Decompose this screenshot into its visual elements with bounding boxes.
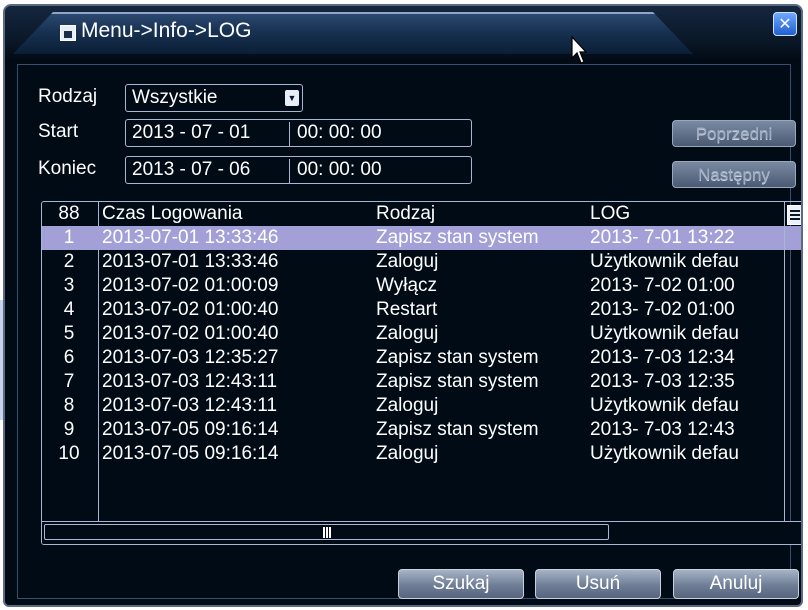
table-row[interactable]: 4 2013-07-02 01:00:40 Restart 2013- 7-02… <box>42 298 801 322</box>
title-bar: Menu->Info->LOG ✕ <box>5 6 801 62</box>
start-date-value[interactable]: 2013 - 07 - 01 <box>132 120 250 146</box>
row-type: Zaloguj <box>376 443 439 464</box>
row-time: 2013-07-01 13:33:46 <box>102 227 279 248</box>
field-divider <box>289 159 290 183</box>
row-type: Zaloguj <box>376 323 439 344</box>
row-log: 2013- 7-03 12:34 <box>590 347 735 368</box>
row-number: 10 <box>58 443 80 464</box>
row-type: Restart <box>376 299 438 320</box>
end-datetime-field[interactable]: 2013 - 07 - 06 00: 00: 00 <box>125 156 472 184</box>
table-row[interactable]: 5 2013-07-02 01:00:40 Zaloguj Użytkownik… <box>42 322 801 346</box>
type-dropdown-value: Wszystkie <box>132 87 218 108</box>
table-row[interactable]: 3 2013-07-02 01:00:09 Wyłącz 2013- 7-02 … <box>42 274 801 298</box>
row-number: 3 <box>63 275 75 296</box>
row-number: 4 <box>63 299 75 320</box>
scroll-grip-icon <box>323 527 331 538</box>
header-count: 88 <box>58 203 80 224</box>
row-number: 2 <box>63 251 75 272</box>
table-row[interactable]: 8 2013-07-03 12:43:11 Zaloguj Użytkownik… <box>42 394 801 418</box>
row-type: Zaloguj <box>376 251 439 272</box>
row-log: 2013- 7-02 01:00 <box>590 275 735 296</box>
table-row[interactable]: 6 2013-07-03 12:35:27 Zapisz stan system… <box>42 346 801 370</box>
row-type: Zapisz stan system <box>376 419 539 440</box>
row-log: 2013- 7-02 01:00 <box>590 299 735 320</box>
row-type: Zapisz stan system <box>376 227 539 248</box>
row-type: Zaloguj <box>376 395 439 416</box>
row-log: 2013- 7-01 13:22 <box>590 227 735 248</box>
row-type: Zapisz stan system <box>376 371 539 392</box>
list-menu-icon[interactable] <box>787 205 801 225</box>
search-button[interactable]: Szukaj <box>398 569 524 599</box>
field-divider <box>289 122 290 146</box>
header-log[interactable]: LOG <box>590 202 780 226</box>
header-time[interactable]: Czas Logowania <box>102 202 372 226</box>
horizontal-scrollbar[interactable] <box>42 521 801 544</box>
start-label: Start <box>38 121 79 142</box>
row-time: 2013-07-05 09:16:14 <box>102 419 279 440</box>
table-row[interactable]: 1 2013-07-01 13:33:46 Zapisz stan system… <box>42 226 801 250</box>
table-row[interactable]: 10 2013-07-05 09:16:14 Zaloguj Użytkowni… <box>42 442 801 466</box>
horizontal-scroll-thumb[interactable] <box>44 524 609 540</box>
end-date-value[interactable]: 2013 - 07 - 06 <box>132 157 250 183</box>
next-button[interactable]: Następny <box>672 161 796 188</box>
table-row[interactable]: 7 2013-07-03 12:43:11 Zapisz stan system… <box>42 370 801 394</box>
start-time-value[interactable]: 00: 00: 00 <box>297 120 382 146</box>
row-log: 2013- 7-03 12:35 <box>590 371 735 392</box>
header-type[interactable]: Rodzaj <box>376 202 592 226</box>
row-number: 5 <box>63 323 75 344</box>
end-time-value[interactable]: 00: 00: 00 <box>297 157 382 183</box>
row-number: 9 <box>63 419 75 440</box>
row-number: 7 <box>63 371 75 392</box>
row-time: 2013-07-01 13:33:46 <box>102 251 279 272</box>
delete-button[interactable]: Usuń <box>535 569 661 599</box>
table-row[interactable]: 9 2013-07-05 09:16:14 Zapisz stan system… <box>42 418 801 442</box>
row-log: Użytkownik defau <box>590 323 739 344</box>
close-button[interactable]: ✕ <box>773 12 797 36</box>
start-datetime-field[interactable]: 2013 - 07 - 01 00: 00: 00 <box>125 119 472 147</box>
log-table: 88 Czas Logowania Rodzaj LOG 1 2013-07-0… <box>41 201 801 545</box>
window-icon <box>60 25 76 41</box>
row-number: 8 <box>63 395 75 416</box>
table-row[interactable]: 2 2013-07-01 13:33:46 Zaloguj Użytkownik… <box>42 250 801 274</box>
row-log: 2013- 7-03 12:43 <box>590 419 735 440</box>
row-time: 2013-07-02 01:00:40 <box>102 323 279 344</box>
vertical-scrollbar[interactable] <box>784 202 801 522</box>
mouse-pointer-icon <box>571 36 587 64</box>
log-window: Menu->Info->LOG ✕ Rodzaj Wszystkie ▼ Sta… <box>3 4 803 607</box>
row-time: 2013-07-03 12:43:11 <box>102 371 278 392</box>
type-label: Rodzaj <box>38 86 98 107</box>
chevron-down-icon: ▼ <box>285 90 299 106</box>
row-log: Użytkownik defau <box>590 395 739 416</box>
row-number: 1 <box>63 227 75 248</box>
row-number: 6 <box>63 347 75 368</box>
row-type: Wyłącz <box>376 275 438 296</box>
row-time: 2013-07-05 09:16:14 <box>102 443 279 464</box>
end-label: Koniec <box>38 158 97 179</box>
row-time: 2013-07-02 01:00:09 <box>102 275 279 296</box>
row-time: 2013-07-02 01:00:40 <box>102 299 279 320</box>
cancel-button[interactable]: Anuluj <box>673 569 799 599</box>
row-log: Użytkownik defau <box>590 251 739 272</box>
row-type: Zapisz stan system <box>376 347 539 368</box>
previous-button[interactable]: Poprzedni <box>672 120 796 147</box>
window-title: Menu->Info->LOG <box>81 19 252 42</box>
row-log: Użytkownik defau <box>590 443 739 464</box>
row-time: 2013-07-03 12:35:27 <box>102 347 279 368</box>
table-header: 88 Czas Logowania Rodzaj LOG <box>42 202 801 226</box>
row-time: 2013-07-03 12:43:11 <box>102 395 278 416</box>
type-dropdown[interactable]: Wszystkie ▼ <box>125 84 303 112</box>
